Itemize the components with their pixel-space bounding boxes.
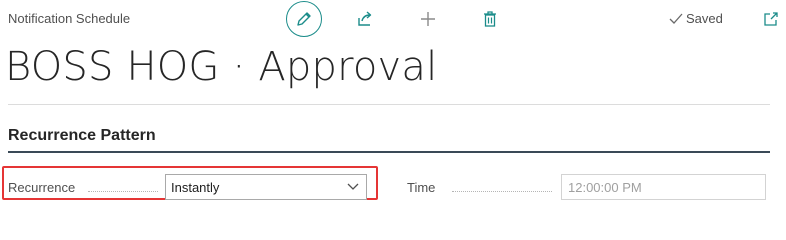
section-divider [8, 151, 770, 153]
recurrence-value: Instantly [171, 179, 220, 195]
chevron-down-icon [347, 183, 359, 190]
page-caption: Notification Schedule [8, 11, 131, 26]
add-icon [421, 12, 435, 26]
recurrence-leader-dots [88, 191, 158, 192]
recurrence-select[interactable]: Instantly [165, 174, 367, 200]
share-icon [358, 11, 372, 26]
time-leader-dots [452, 191, 552, 192]
edit-pencil-icon [297, 12, 311, 26]
add-button[interactable] [417, 8, 439, 30]
saved-status: Saved [669, 11, 723, 26]
share-button[interactable] [354, 8, 376, 30]
time-label: Time [407, 180, 436, 195]
edit-button[interactable] [286, 1, 322, 37]
time-value: 12:00:00 PM [568, 179, 642, 195]
recurrence-label: Recurrence [8, 180, 76, 195]
checkmark-icon [669, 13, 683, 24]
header-divider [8, 104, 770, 105]
open-new-window-icon [764, 12, 778, 26]
saved-label: Saved [686, 11, 723, 26]
open-new-window-button[interactable] [760, 8, 782, 30]
delete-button[interactable] [479, 8, 501, 30]
delete-icon [484, 11, 496, 27]
section-title[interactable]: Recurrence Pattern [8, 127, 156, 145]
time-input[interactable]: 12:00:00 PM [561, 174, 766, 200]
page-title: BOSS HOG · Approval [5, 44, 438, 90]
